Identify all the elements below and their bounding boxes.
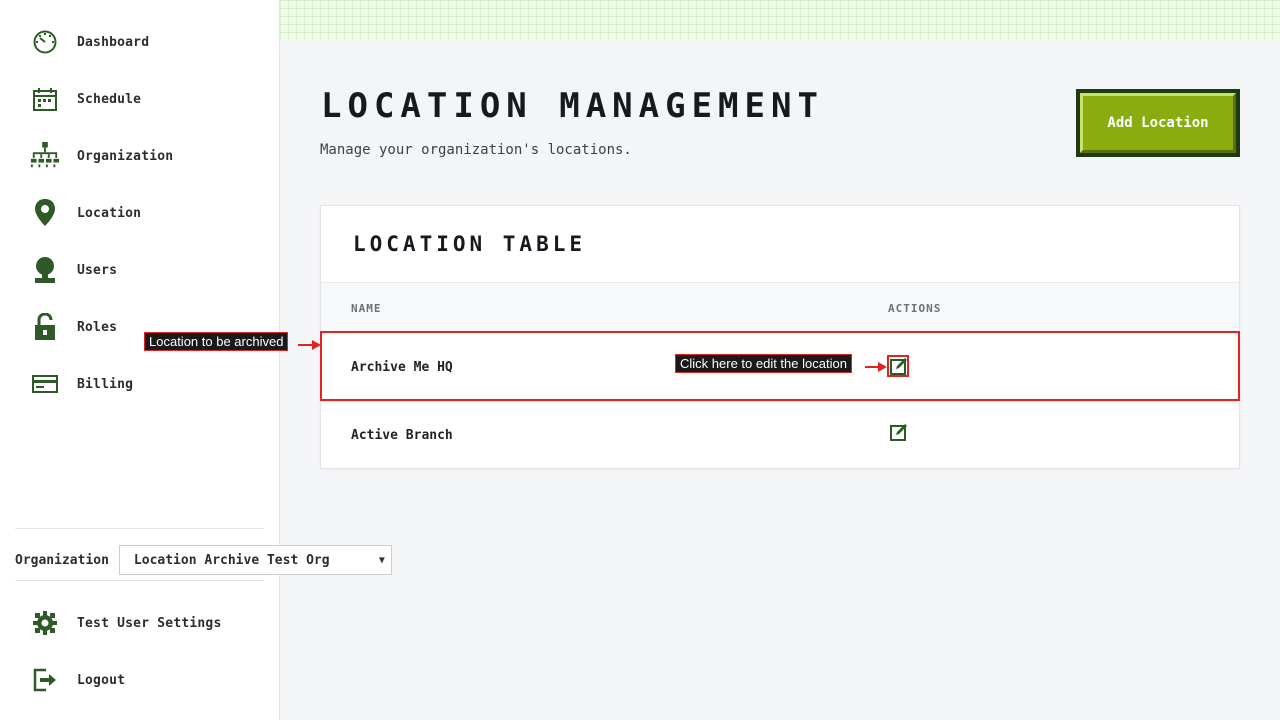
sidebar-item-label: Location bbox=[77, 205, 142, 221]
sidebar: Dashboard Schedule Organization Location… bbox=[0, 0, 392, 720]
table-title: LOCATION TABLE bbox=[353, 232, 587, 256]
table-row: Active Branch bbox=[321, 402, 1239, 468]
column-header-name: NAME bbox=[351, 302, 382, 315]
chevron-down-icon: ▼ bbox=[378, 554, 385, 566]
map-pin-icon bbox=[30, 198, 60, 228]
sidebar-item-schedule[interactable]: Schedule bbox=[30, 79, 260, 119]
table-header: NAME ACTIONS bbox=[321, 283, 1239, 333]
sidebar-item-label: Schedule bbox=[77, 91, 142, 107]
sidebar-item-label: Users bbox=[77, 262, 118, 278]
divider bbox=[15, 580, 264, 581]
row-callout-arrowhead bbox=[312, 340, 321, 350]
sidebar-item-dashboard[interactable]: Dashboard bbox=[30, 22, 260, 62]
dashboard-icon bbox=[30, 27, 60, 57]
calendar-icon bbox=[30, 84, 60, 114]
org-chart-icon bbox=[30, 141, 60, 171]
add-location-button-label: Add Location bbox=[1080, 93, 1236, 153]
lock-icon bbox=[30, 312, 60, 342]
header-grid-pattern bbox=[280, 0, 1280, 40]
row-callout: Location to be archived bbox=[144, 332, 289, 351]
user-icon bbox=[30, 255, 60, 285]
sidebar-item-label: Logout bbox=[77, 672, 126, 688]
sidebar-item-label: Dashboard bbox=[77, 34, 150, 50]
sidebar-item-logout[interactable]: Logout bbox=[30, 660, 260, 700]
page-title: LOCATION MANAGEMENT bbox=[321, 86, 824, 126]
sidebar-item-users[interactable]: Users bbox=[30, 250, 260, 290]
organization-selector: Organization Location Archive Test Org ▼ bbox=[15, 545, 392, 575]
sidebar-item-label: Organization bbox=[77, 148, 174, 164]
edit-icon-highlight bbox=[887, 355, 909, 377]
sidebar-item-billing[interactable]: Billing bbox=[30, 364, 260, 404]
edit-callout-arrow bbox=[865, 366, 879, 368]
logout-icon bbox=[30, 665, 60, 695]
edit-callout-arrowhead bbox=[878, 362, 887, 372]
column-header-actions: ACTIONS bbox=[888, 302, 942, 315]
location-name: Active Branch bbox=[351, 428, 453, 443]
gear-icon bbox=[30, 608, 60, 638]
sidebar-item-label: Test User Settings bbox=[77, 615, 222, 631]
edit-callout: Click here to edit the location bbox=[675, 354, 852, 373]
sidebar-item-organization[interactable]: Organization bbox=[30, 136, 260, 176]
page-subtitle: Manage your organization's locations. bbox=[320, 142, 632, 158]
edit-icon[interactable] bbox=[890, 423, 908, 441]
sidebar-item-location[interactable]: Location bbox=[30, 193, 260, 233]
organization-label: Organization bbox=[15, 552, 109, 568]
organization-select-value: Location Archive Test Org bbox=[133, 552, 330, 568]
credit-card-icon bbox=[30, 369, 60, 399]
sidebar-item-label: Billing bbox=[77, 376, 134, 392]
organization-select[interactable]: Location Archive Test Org ▼ bbox=[118, 545, 392, 575]
divider bbox=[15, 528, 264, 529]
sidebar-item-settings[interactable]: Test User Settings bbox=[30, 603, 260, 643]
add-location-button[interactable]: Add Location bbox=[1076, 89, 1240, 157]
sidebar-item-label: Roles bbox=[77, 319, 118, 335]
